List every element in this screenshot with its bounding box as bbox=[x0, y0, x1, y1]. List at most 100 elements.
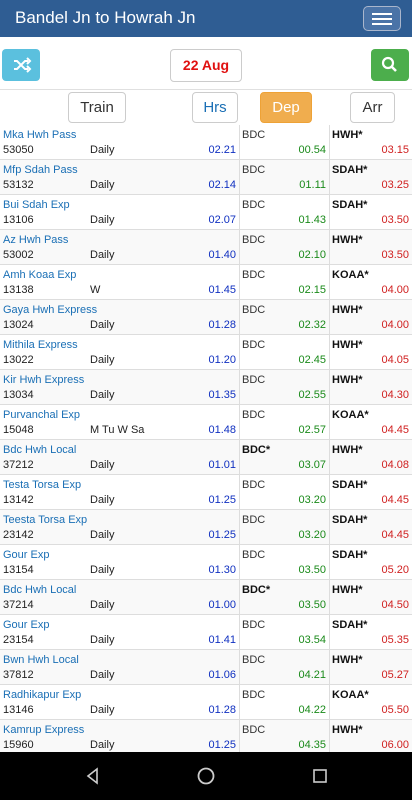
train-name-link[interactable]: Testa Torsa Exp bbox=[3, 479, 81, 491]
train-row[interactable]: Mithila Express 13022 Daily 01.20 BDC 02.45 HW… bbox=[0, 335, 412, 370]
arrival-cell: KOAA* 04.00 bbox=[330, 265, 412, 299]
run-days: Daily bbox=[90, 179, 115, 191]
train-row[interactable]: Amh Koaa Exp 13138 W 01.45 BDC 02.15 KOAA* 04.0… bbox=[0, 265, 412, 300]
arrival-cell: SDAH* 05.20 bbox=[330, 545, 412, 579]
departure-cell: BDC 03.50 bbox=[240, 545, 330, 579]
train-row[interactable]: Testa Torsa Exp 13142 Daily 01.25 BDC 03.20 SD… bbox=[0, 475, 412, 510]
departure-cell: BDC 04.21 bbox=[240, 650, 330, 684]
train-row[interactable]: Gour Exp 13154 Daily 01.30 BDC 03.50 SDAH* 05.2… bbox=[0, 545, 412, 580]
arrival-time: 04.30 bbox=[381, 389, 409, 401]
train-row[interactable]: Purvanchal Exp 15048 M Tu W Sa 01.48 BDC 02.5… bbox=[0, 405, 412, 440]
date-button[interactable]: 22 Aug bbox=[170, 49, 242, 82]
to-station: HWH* bbox=[332, 584, 363, 596]
shuffle-button[interactable] bbox=[2, 49, 40, 81]
journey-hours: 01.25 bbox=[208, 739, 236, 751]
train-name-link[interactable]: Az Hwh Pass bbox=[3, 234, 68, 246]
train-row[interactable]: Gour Exp 23154 Daily 01.41 BDC 03.54 SDAH* 05.3… bbox=[0, 615, 412, 650]
train-name-link[interactable]: Gour Exp bbox=[3, 619, 49, 631]
journey-hours: 01.41 bbox=[208, 634, 236, 646]
train-name-link[interactable]: Kamrup Express bbox=[3, 724, 84, 736]
journey-hours: 01.48 bbox=[208, 424, 236, 436]
back-button[interactable] bbox=[69, 752, 117, 800]
train-row[interactable]: Kir Hwh Express 13034 Daily 01.35 BDC 02.55 HW… bbox=[0, 370, 412, 405]
train-row[interactable]: Mfp Sdah Pass 53132 Daily 02.14 BDC 01.11 SDAH… bbox=[0, 160, 412, 195]
departure-cell: BDC 02.55 bbox=[240, 370, 330, 404]
train-name-link[interactable]: Radhikapur Exp bbox=[3, 689, 81, 701]
arrival-time: 03.15 bbox=[381, 144, 409, 156]
train-row[interactable]: Mka Hwh Pass 53050 Daily 02.21 BDC 00.54 HWH* 0… bbox=[0, 125, 412, 160]
train-cell: Kamrup Express 15960 Daily 01.25 bbox=[0, 720, 240, 754]
train-row[interactable]: Bwn Hwh Local 37812 Daily 01.06 BDC 04.21 HWH*… bbox=[0, 650, 412, 685]
departure-time: 04.22 bbox=[298, 704, 326, 716]
train-name-link[interactable]: Mfp Sdah Pass bbox=[3, 164, 78, 176]
menu-button[interactable] bbox=[363, 6, 401, 31]
home-button[interactable] bbox=[182, 752, 230, 800]
from-station: BDC bbox=[242, 514, 266, 526]
train-name-link[interactable]: Kir Hwh Express bbox=[3, 374, 84, 386]
train-cell: Radhikapur Exp 13146 Daily 01.28 bbox=[0, 685, 240, 719]
train-row[interactable]: Radhikapur Exp 13146 Daily 01.28 BDC 04.22 KOA… bbox=[0, 685, 412, 720]
departure-time: 03.50 bbox=[298, 599, 326, 611]
train-name-link[interactable]: Bdc Hwh Local bbox=[3, 444, 76, 456]
toolbar: 22 Aug bbox=[0, 37, 412, 89]
sort-dep-button[interactable]: Dep bbox=[260, 92, 312, 123]
train-name-link[interactable]: Mithila Express bbox=[3, 339, 78, 351]
from-station: BDC bbox=[242, 619, 266, 631]
recents-icon bbox=[313, 769, 327, 783]
train-name-link[interactable]: Bui Sdah Exp bbox=[3, 199, 70, 211]
run-days: Daily bbox=[90, 214, 115, 226]
sort-hrs-button[interactable]: Hrs bbox=[192, 92, 238, 123]
journey-hours: 01.01 bbox=[208, 459, 236, 471]
from-station: BDC bbox=[242, 304, 266, 316]
train-cell: Testa Torsa Exp 13142 Daily 01.25 bbox=[0, 475, 240, 509]
departure-time: 00.54 bbox=[298, 144, 326, 156]
train-name-link[interactable]: Amh Koaa Exp bbox=[3, 269, 76, 281]
train-name-link[interactable]: Purvanchal Exp bbox=[3, 409, 80, 421]
train-row[interactable]: Teesta Torsa Exp 23142 Daily 01.25 BDC 03.20 S… bbox=[0, 510, 412, 545]
to-station: HWH* bbox=[332, 374, 363, 386]
train-name-link[interactable]: Bwn Hwh Local bbox=[3, 654, 79, 666]
departure-cell: BDC* 03.07 bbox=[240, 440, 330, 474]
run-days: Daily bbox=[90, 249, 115, 261]
to-station: SDAH* bbox=[332, 479, 368, 491]
home-icon bbox=[197, 767, 215, 785]
arrival-cell: HWH* 05.27 bbox=[330, 650, 412, 684]
departure-cell: BDC 02.15 bbox=[240, 265, 330, 299]
system-nav-bar bbox=[0, 752, 412, 800]
run-days: Daily bbox=[90, 599, 115, 611]
journey-hours: 02.07 bbox=[208, 214, 236, 226]
arrival-time: 05.50 bbox=[381, 704, 409, 716]
departure-cell: BDC* 03.50 bbox=[240, 580, 330, 614]
train-cell: Gour Exp 23154 Daily 01.41 bbox=[0, 615, 240, 649]
train-cell: Bdc Hwh Local 37212 Daily 01.01 bbox=[0, 440, 240, 474]
train-row[interactable]: Bui Sdah Exp 13106 Daily 02.07 BDC 01.43 SDAH*… bbox=[0, 195, 412, 230]
from-station: BDC bbox=[242, 409, 266, 421]
train-number: 53132 bbox=[3, 179, 34, 191]
run-days: Daily bbox=[90, 669, 115, 681]
sort-train-button[interactable]: Train bbox=[68, 92, 126, 123]
train-name-link[interactable]: Teesta Torsa Exp bbox=[3, 514, 87, 526]
train-name-link[interactable]: Gaya Hwh Express bbox=[3, 304, 97, 316]
train-row[interactable]: Az Hwh Pass 53002 Daily 01.40 BDC 02.10 HWH* 03… bbox=[0, 230, 412, 265]
departure-time: 02.55 bbox=[298, 389, 326, 401]
search-button[interactable] bbox=[371, 49, 409, 81]
from-station: BDC bbox=[242, 549, 266, 561]
train-row[interactable]: Bdc Hwh Local 37214 Daily 01.00 BDC* 03.50 HWH… bbox=[0, 580, 412, 615]
train-name-link[interactable]: Bdc Hwh Local bbox=[3, 584, 76, 596]
run-days: Daily bbox=[90, 494, 115, 506]
departure-time: 01.11 bbox=[299, 179, 326, 191]
train-name-link[interactable]: Gour Exp bbox=[3, 549, 49, 561]
train-row[interactable]: Gaya Hwh Express 13024 Daily 01.28 BDC 02.32 H… bbox=[0, 300, 412, 335]
sort-arr-button[interactable]: Arr bbox=[350, 92, 395, 123]
train-row[interactable]: Kamrup Express 15960 Daily 01.25 BDC 04.35 HWH… bbox=[0, 720, 412, 755]
run-days: Daily bbox=[90, 459, 115, 471]
train-cell: Bui Sdah Exp 13106 Daily 02.07 bbox=[0, 195, 240, 229]
run-days: W bbox=[90, 284, 101, 296]
hamburger-icon-line bbox=[372, 18, 392, 20]
recents-button[interactable] bbox=[296, 752, 344, 800]
arrival-time: 05.20 bbox=[381, 564, 409, 576]
train-name-link[interactable]: Mka Hwh Pass bbox=[3, 129, 76, 141]
train-row[interactable]: Bdc Hwh Local 37212 Daily 01.01 BDC* 03.07 HWH… bbox=[0, 440, 412, 475]
train-cell: Teesta Torsa Exp 23142 Daily 01.25 bbox=[0, 510, 240, 544]
train-cell: Bwn Hwh Local 37812 Daily 01.06 bbox=[0, 650, 240, 684]
